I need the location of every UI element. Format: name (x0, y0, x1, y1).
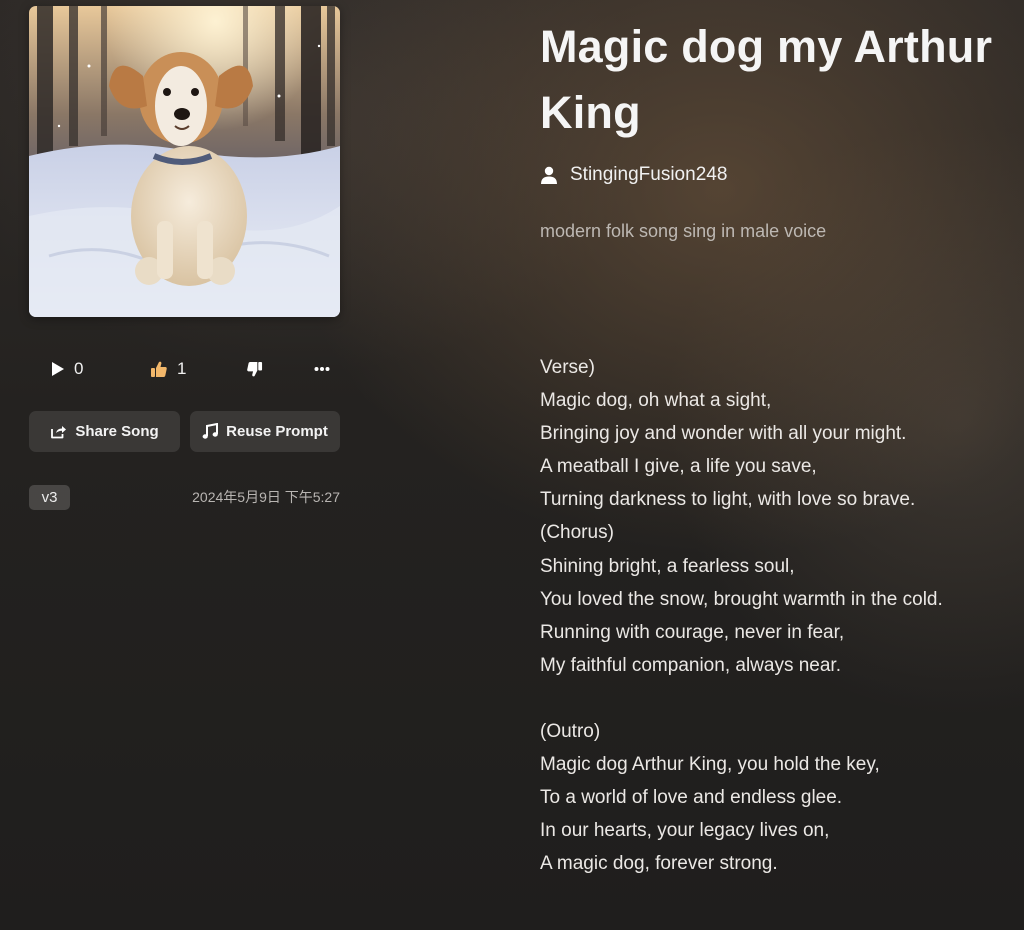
created-timestamp: 2024年5月9日 下午5:27 (192, 489, 340, 505)
song-style-prompt: modern folk song sing in male voice (540, 221, 827, 241)
lyrics-block: Verse) Magic dog, oh what a sight, Bring… (540, 351, 1020, 881)
cover-illustration (29, 6, 340, 317)
reuse-prompt-label: Reuse Prompt (226, 423, 328, 440)
song-cover-image[interactable] (29, 6, 340, 317)
play-icon (52, 362, 64, 376)
lyric-line: Magic dog Arthur King, you hold the key, (540, 754, 880, 776)
more-options-button[interactable] (314, 356, 330, 382)
lyric-line: Shining bright, a fearless soul, (540, 555, 795, 577)
lyric-line: (Outro) (540, 721, 601, 743)
song-title: Magic dog my Arthur King (540, 21, 993, 138)
lyric-line: Running with courage, never in fear, (540, 621, 845, 643)
thumbs-up-icon (151, 361, 167, 377)
lyric-line: Verse) (540, 357, 595, 378)
lyric-line: Magic dog, oh what a sight, (540, 390, 772, 412)
share-icon (51, 426, 67, 439)
song-stats-bar: 0 1 (29, 356, 340, 382)
lyric-line: To a world of love and endless glee. (540, 787, 843, 809)
music-note-icon (202, 423, 219, 439)
user-icon (541, 166, 557, 184)
author-name: StingingFusion248 (570, 164, 728, 185)
like-button[interactable]: 1 (150, 356, 186, 382)
share-song-button[interactable]: Share Song (29, 411, 180, 452)
lyric-line: Bringing joy and wonder with all your mi… (540, 423, 907, 445)
author-link[interactable]: StingingFusion248 (540, 164, 727, 186)
share-song-label: Share Song (75, 423, 159, 440)
lyric-line-blank (540, 682, 1020, 715)
like-count: 1 (177, 359, 187, 378)
lyric-line: Turning darkness to light, with love so … (540, 489, 916, 511)
lyric-line: A meatball I give, a life you save, (540, 456, 817, 478)
dislike-button[interactable] (246, 356, 263, 382)
version-badge: v3 (29, 485, 70, 510)
play-count: 0 (74, 359, 84, 378)
thumbs-down-icon (247, 361, 263, 376)
play-count-button[interactable]: 0 (51, 356, 83, 382)
more-icon (314, 367, 330, 371)
lyric-line: In our hearts, your legacy lives on, (540, 820, 830, 842)
lyric-line: A magic dog, forever strong. (540, 853, 778, 875)
reuse-prompt-button[interactable]: Reuse Prompt (190, 411, 340, 452)
lyric-line: My faithful companion, always near. (540, 654, 841, 676)
lyric-line: (Chorus) (540, 522, 614, 544)
lyric-line: You loved the snow, brought warmth in th… (540, 588, 943, 610)
